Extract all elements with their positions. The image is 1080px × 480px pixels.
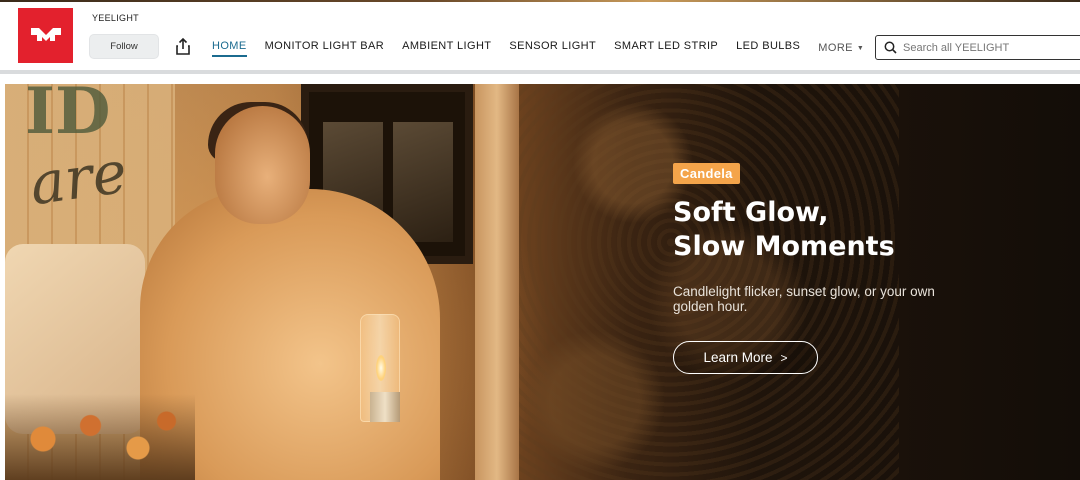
hero-wall-lettering: are xyxy=(25,137,131,219)
store-header: YEELIGHT Follow HOME MONITOR LIGHT BAR A… xyxy=(0,2,1080,72)
nav-item-led-bulbs[interactable]: LED BULBS xyxy=(736,40,800,56)
header-divider xyxy=(0,70,1080,74)
product-tag: Candela xyxy=(673,163,740,184)
yeelight-logo-icon xyxy=(30,27,61,41)
hero-copy: Candela Soft Glow, Slow Moments Candleli… xyxy=(673,163,1003,314)
search-input[interactable] xyxy=(903,41,1073,54)
hero-flowers xyxy=(5,394,195,480)
lamp-flame xyxy=(376,355,386,381)
follow-button[interactable]: Follow xyxy=(89,34,159,59)
learn-more-label: Learn More xyxy=(703,350,773,365)
main-nav: HOME MONITOR LIGHT BAR AMBIENT LIGHT SEN… xyxy=(212,40,864,57)
brand-name: YEELIGHT xyxy=(92,13,139,23)
nav-item-ambient-light[interactable]: AMBIENT LIGHT xyxy=(402,40,491,56)
hero-headline-line2: Slow Moments xyxy=(673,231,895,262)
nav-item-monitor-light-bar[interactable]: MONITOR LIGHT BAR xyxy=(265,40,384,56)
hero-headline-line1: Soft Glow, xyxy=(673,197,829,228)
nav-item-sensor-light[interactable]: SENSOR LIGHT xyxy=(509,40,596,56)
nav-more-menu[interactable]: MORE ▼ xyxy=(818,40,864,56)
hero-subcopy: Candlelight flicker, sunset glow, or you… xyxy=(673,284,935,314)
nav-more-label: MORE xyxy=(818,42,853,54)
nav-item-home[interactable]: HOME xyxy=(212,40,247,57)
search-box[interactable] xyxy=(875,35,1080,60)
caret-down-icon: ▼ xyxy=(856,44,865,52)
hero-wall-lettering-top: ID xyxy=(25,84,111,149)
nav-item-smart-led-strip[interactable]: SMART LED STRIP xyxy=(614,40,718,56)
hero-headline: Soft Glow, Slow Moments xyxy=(673,196,1003,264)
hero-figure-head xyxy=(215,106,310,224)
chevron-right-icon: > xyxy=(780,350,788,365)
search-icon xyxy=(884,41,897,54)
yeelight-logo[interactable] xyxy=(18,8,73,63)
hero-porch-post xyxy=(475,84,519,480)
share-icon[interactable] xyxy=(173,37,193,57)
lamp-base xyxy=(370,392,400,422)
learn-more-button[interactable]: Learn More > xyxy=(673,341,818,374)
